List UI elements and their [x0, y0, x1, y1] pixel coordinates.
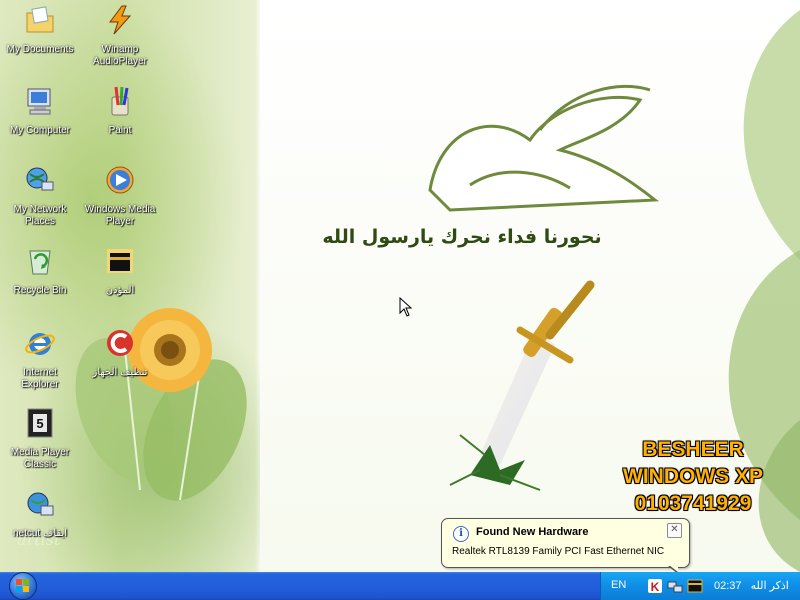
- media-player-icon: [106, 166, 134, 194]
- desktop-icon-label: My Documents: [6, 44, 74, 55]
- network-places-icon: [26, 167, 54, 191]
- desktop-icon-winamp[interactable]: Winamp AudioPlayer: [80, 4, 160, 68]
- folder-documents-icon: [26, 6, 54, 33]
- desktop-icon-label: Winamp AudioPlayer: [93, 44, 147, 67]
- desktop-icon-label: المؤذن: [105, 285, 135, 296]
- windows-logo-icon: [9, 572, 37, 600]
- desktop-icon-label: My Network Places: [13, 204, 67, 227]
- desktop-icon-label: Recycle Bin: [13, 285, 67, 296]
- internet-explorer-icon: [25, 333, 55, 355]
- balloon-tail-fill: [669, 565, 678, 572]
- kaaba-icon: [107, 249, 133, 273]
- system-tray: EN K 02:37 اذكر الله: [600, 572, 800, 600]
- start-button[interactable]: [0, 572, 46, 600]
- ccleaner-icon: [107, 330, 133, 356]
- svg-text:K: K: [651, 580, 660, 594]
- desktop-icon-my-documents[interactable]: My Documents: [0, 4, 80, 56]
- desktop-icon-paint[interactable]: Paint: [80, 85, 160, 137]
- desktop-icon-my-computer[interactable]: My Computer: [0, 85, 80, 137]
- taskbar-clock[interactable]: 02:37 اذكر الله: [714, 579, 789, 592]
- network-icon[interactable]: [667, 578, 683, 594]
- desktop-icon-netcut[interactable]: netcut ايقاف: [0, 488, 80, 540]
- desktop-icon-label: netcut ايقاف: [12, 528, 68, 539]
- desktop-icon-label: Windows Media Player: [84, 204, 156, 227]
- balloon-close-button[interactable]: ✕: [667, 523, 682, 538]
- desktop: نحورنا فداء نحرك يارسول الله artist BESH…: [0, 0, 800, 572]
- clock-text: اذكر الله: [750, 580, 789, 592]
- desktop-icon-label: Internet Explorer: [21, 367, 59, 390]
- desktop-icon-ccleaner[interactable]: تنظيف الجهاز: [80, 327, 160, 379]
- balloon-message: Realtek RTL8139 Family PCI Fast Ethernet…: [452, 546, 665, 557]
- brand-line-1: BESHEER: [642, 438, 744, 461]
- sword-image: [449, 280, 595, 491]
- mouse-cursor-icon: [399, 297, 413, 317]
- winamp-icon: [109, 5, 132, 35]
- taskbar: EN K 02:37 اذكر الله: [0, 572, 800, 600]
- kaspersky-icon[interactable]: K: [647, 578, 663, 594]
- wallpaper-slogan: نحورنا فداء نحرك يارسول الله: [322, 226, 602, 248]
- paint-icon: [111, 86, 129, 116]
- found-new-hardware-balloon[interactable]: i Found New Hardware ✕ Realtek RTL8139 F…: [441, 518, 690, 572]
- flower-decoration: [75, 308, 247, 501]
- netcut-icon: [27, 492, 54, 516]
- desktop-icon-label: My Computer: [9, 125, 70, 136]
- desktop-icon-recycle-bin[interactable]: Recycle Bin: [0, 245, 80, 297]
- brand-text: BESHEER WINDOWS XP 0103741929: [598, 436, 788, 517]
- desktop-icon-windows-media-player[interactable]: Windows Media Player: [80, 164, 160, 228]
- balloon-title: Found New Hardware: [476, 526, 589, 538]
- info-icon: i: [453, 526, 469, 542]
- film-icon: 5: [27, 408, 53, 438]
- desktop-icon-label: Paint: [108, 125, 132, 136]
- computer-icon: [27, 88, 51, 115]
- brand-line-3: 0103741929: [634, 492, 752, 515]
- desktop-icon-label: Media Player Classic: [10, 447, 70, 470]
- kaaba-tray-icon[interactable]: [687, 578, 703, 594]
- desktop-icon-media-player-classic[interactable]: 5 Media Player Classic: [0, 407, 80, 471]
- language-indicator[interactable]: EN: [611, 579, 626, 591]
- desktop-icon-muazzin[interactable]: المؤذن: [80, 245, 160, 297]
- clock-time: 02:37: [714, 580, 742, 592]
- calligraphy-muhammad: [428, 84, 660, 212]
- desktop-icon-network-places[interactable]: My Network Places: [0, 164, 80, 228]
- recycle-bin-icon: [29, 250, 51, 275]
- brand-line-2: WINDOWS XP: [623, 465, 763, 488]
- desktop-icon-internet-explorer[interactable]: Internet Explorer: [0, 327, 80, 391]
- svg-text:5: 5: [36, 416, 43, 431]
- desktop-icon-label: تنظيف الجهاز: [92, 367, 148, 378]
